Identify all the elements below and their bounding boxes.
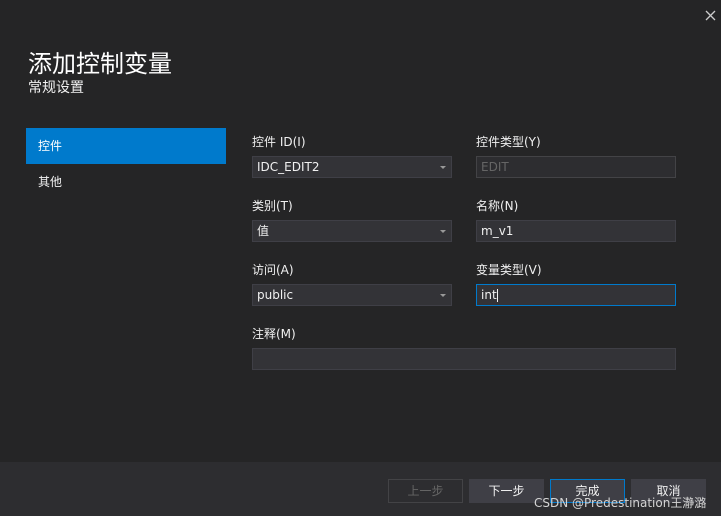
category-value: 值 (257, 224, 270, 238)
comment-label: 注释(M) (252, 327, 296, 341)
close-icon[interactable] (699, 4, 721, 26)
sidebar: 控件 其他 (26, 128, 226, 200)
variable-type-input[interactable]: int (476, 284, 676, 306)
variable-type-value: int (481, 288, 497, 302)
watermark-text: CSDN @Predestination王瀞潞 (534, 496, 707, 510)
name-label: 名称(N) (476, 199, 519, 213)
next-button[interactable]: 下一步 (469, 479, 544, 503)
text-cursor (496, 289, 498, 302)
name-value: m_v1 (481, 224, 514, 238)
access-value: public (257, 288, 294, 302)
category-dropdown[interactable]: 值 (252, 220, 452, 242)
name-input[interactable]: m_v1 (476, 220, 676, 242)
sidebar-item-other[interactable]: 其他 (26, 164, 226, 200)
sidebar-item-control[interactable]: 控件 (26, 128, 226, 164)
control-id-dropdown[interactable]: IDC_EDIT2 (252, 156, 452, 178)
control-type-value: EDIT (481, 160, 509, 174)
control-id-value: IDC_EDIT2 (257, 160, 320, 174)
chevron-down-icon (440, 166, 446, 169)
control-id-label: 控件 ID(I) (252, 135, 306, 149)
access-label: 访问(A) (252, 263, 294, 277)
chevron-down-icon (440, 294, 446, 297)
control-type-field: EDIT (476, 156, 676, 178)
dialog-subtitle: 常规设置 (28, 80, 84, 96)
dialog-title: 添加控制变量 (28, 50, 172, 78)
control-type-label: 控件类型(Y) (476, 135, 541, 149)
chevron-down-icon (440, 230, 446, 233)
prev-button[interactable]: 上一步 (388, 479, 463, 503)
comment-input[interactable] (252, 348, 676, 370)
access-dropdown[interactable]: public (252, 284, 452, 306)
variable-type-label: 变量类型(V) (476, 263, 542, 277)
category-label: 类别(T) (252, 199, 293, 213)
